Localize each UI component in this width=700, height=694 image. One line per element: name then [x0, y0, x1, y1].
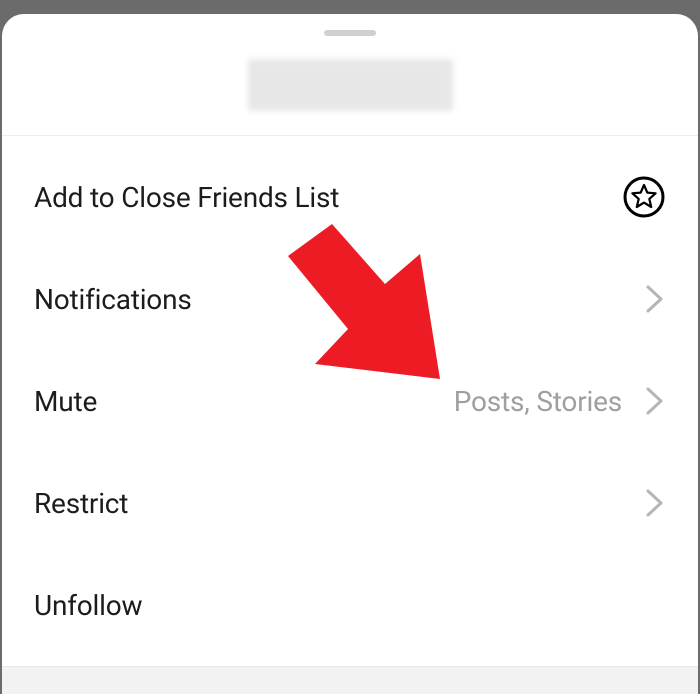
- row-notifications-right: [644, 284, 666, 314]
- row-mute[interactable]: Mute Posts, Stories: [2, 350, 698, 452]
- chevron-right-icon: [644, 488, 666, 518]
- row-close-friends[interactable]: Add to Close Friends List: [2, 146, 698, 248]
- row-mute-right: Posts, Stories: [454, 385, 666, 418]
- row-unfollow[interactable]: Unfollow: [2, 554, 698, 656]
- row-label: Add to Close Friends List: [34, 181, 339, 214]
- row-label: Mute: [34, 385, 97, 418]
- chevron-right-icon: [644, 386, 666, 416]
- row-restrict-right: [644, 488, 666, 518]
- row-mute-value: Posts, Stories: [454, 385, 622, 418]
- menu-list: Add to Close Friends List Notifications: [2, 136, 698, 666]
- star-circle-icon: [622, 175, 666, 219]
- sheet-footer-gap: [2, 666, 698, 694]
- row-label: Notifications: [34, 283, 192, 316]
- row-label: Restrict: [34, 487, 128, 520]
- row-label: Unfollow: [34, 589, 142, 622]
- row-restrict[interactable]: Restrict: [2, 452, 698, 554]
- chevron-right-icon: [644, 284, 666, 314]
- sheet-header: [2, 36, 698, 136]
- action-sheet: Add to Close Friends List Notifications: [2, 14, 698, 694]
- row-close-friends-right: [622, 175, 666, 219]
- username-redacted: [248, 59, 453, 111]
- row-notifications[interactable]: Notifications: [2, 248, 698, 350]
